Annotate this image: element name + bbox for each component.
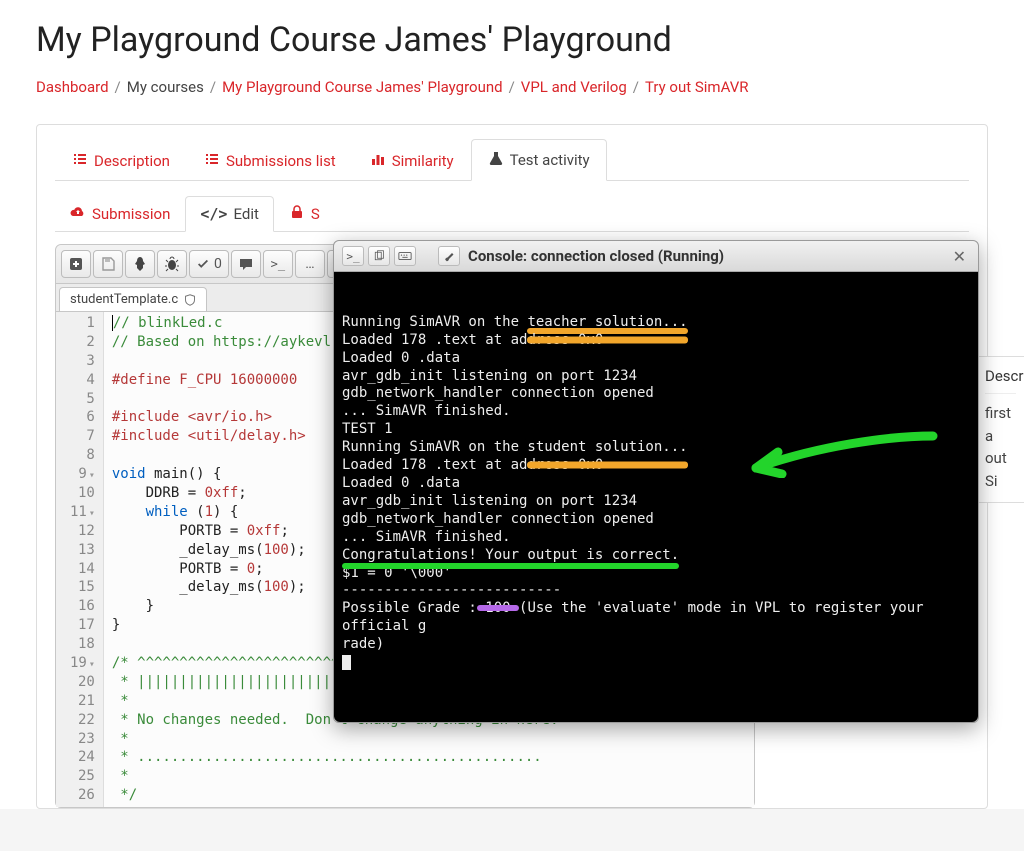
side-panel-header: Descri	[985, 367, 1016, 394]
tab-label: Similarity	[392, 152, 454, 170]
tab-label: Description	[94, 152, 170, 170]
console-output[interactable]: Running SimAVR on the teacher solution..…	[334, 272, 978, 722]
console-window[interactable]: >_ Console: connection closed (Running) …	[333, 240, 979, 723]
console-keyboard-button[interactable]	[394, 246, 416, 266]
list-icon	[72, 151, 88, 171]
terminal-button[interactable]: >_	[263, 250, 293, 278]
breadcrumb-item: My courses	[127, 78, 204, 96]
tab-test-activity[interactable]: Test activity	[471, 139, 607, 181]
annotation-arrow	[738, 428, 938, 478]
page-title: My Playground Course James' Playground	[36, 20, 988, 60]
subtab-s[interactable]: S	[274, 195, 335, 232]
breadcrumb-item[interactable]: VPL and Verilog	[521, 78, 627, 96]
save-button[interactable]	[93, 250, 123, 278]
line-gutter: 123456789 ▾1011 ▾1213141516171819 ▾20212…	[56, 312, 104, 807]
console-copy-button[interactable]	[368, 246, 390, 266]
shield-icon	[184, 294, 196, 306]
console-paint-button[interactable]	[438, 246, 460, 266]
evaluate-button[interactable]: 0	[189, 250, 229, 278]
tab-submissions-list[interactable]: Submissions list	[187, 140, 353, 181]
main-tabs: Description Submissions list Similarity Tes…	[55, 139, 969, 181]
sub-tabs: Submission </> Edit S	[55, 195, 969, 232]
more-button[interactable]: …	[295, 250, 325, 278]
new-file-button[interactable]	[61, 250, 91, 278]
description-side-panel: Descri first a out Si	[976, 356, 1024, 503]
tab-label: Test activity	[510, 151, 590, 169]
console-close-button[interactable]: ✕	[949, 247, 970, 266]
evaluate-count: 0	[214, 256, 222, 272]
subtab-submission[interactable]: Submission	[55, 195, 185, 232]
lock-icon	[289, 204, 305, 224]
chart-icon	[370, 151, 386, 171]
subtab-label: Edit	[233, 205, 258, 223]
breadcrumb: Dashboard/My courses/My Playground Cours…	[36, 78, 988, 96]
console-prompt-icon[interactable]: >_	[342, 246, 364, 266]
subtab-edit[interactable]: </> Edit	[185, 196, 274, 232]
comments-button[interactable]	[231, 250, 261, 278]
tab-label: Submissions list	[226, 152, 336, 170]
flask-icon	[488, 150, 504, 170]
tab-description[interactable]: Description	[55, 140, 187, 181]
file-tab[interactable]: studentTemplate.c	[59, 287, 207, 311]
side-panel-body: first a out Si	[985, 402, 1016, 492]
subtab-label: S	[311, 205, 320, 223]
breadcrumb-item[interactable]: My Playground Course James' Playground	[222, 78, 503, 96]
debug-button[interactable]	[157, 250, 187, 278]
tab-similarity[interactable]: Similarity	[353, 140, 471, 181]
cloud-upload-icon	[70, 204, 86, 224]
console-title: Console: connection closed (Running)	[468, 247, 724, 265]
breadcrumb-item[interactable]: Try out SimAVR	[645, 78, 749, 96]
code-icon: </>	[200, 205, 227, 223]
run-button[interactable]	[125, 250, 155, 278]
list-ol-icon	[204, 151, 220, 171]
console-header[interactable]: >_ Console: connection closed (Running) …	[334, 241, 978, 272]
file-tab-name: studentTemplate.c	[70, 292, 178, 307]
subtab-label: Submission	[92, 205, 170, 223]
breadcrumb-item[interactable]: Dashboard	[36, 78, 109, 96]
